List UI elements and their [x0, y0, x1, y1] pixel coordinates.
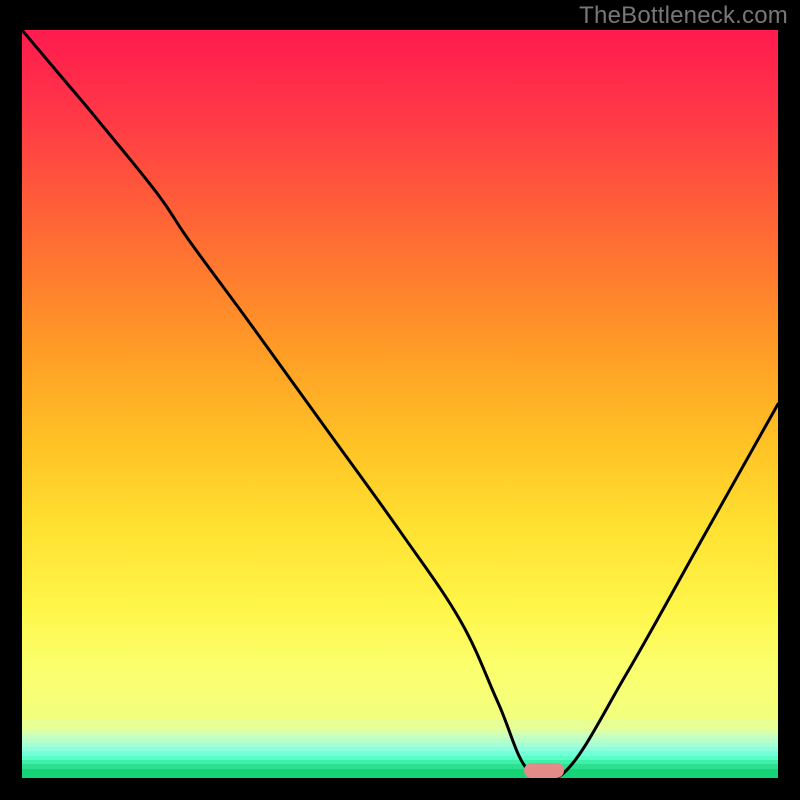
plot-area [22, 30, 778, 778]
bottleneck-curve [22, 30, 778, 778]
optimal-marker [524, 763, 564, 778]
watermark-text: TheBottleneck.com [579, 2, 788, 30]
plot-background [22, 30, 778, 778]
chart-frame: TheBottleneck.com [0, 0, 800, 800]
